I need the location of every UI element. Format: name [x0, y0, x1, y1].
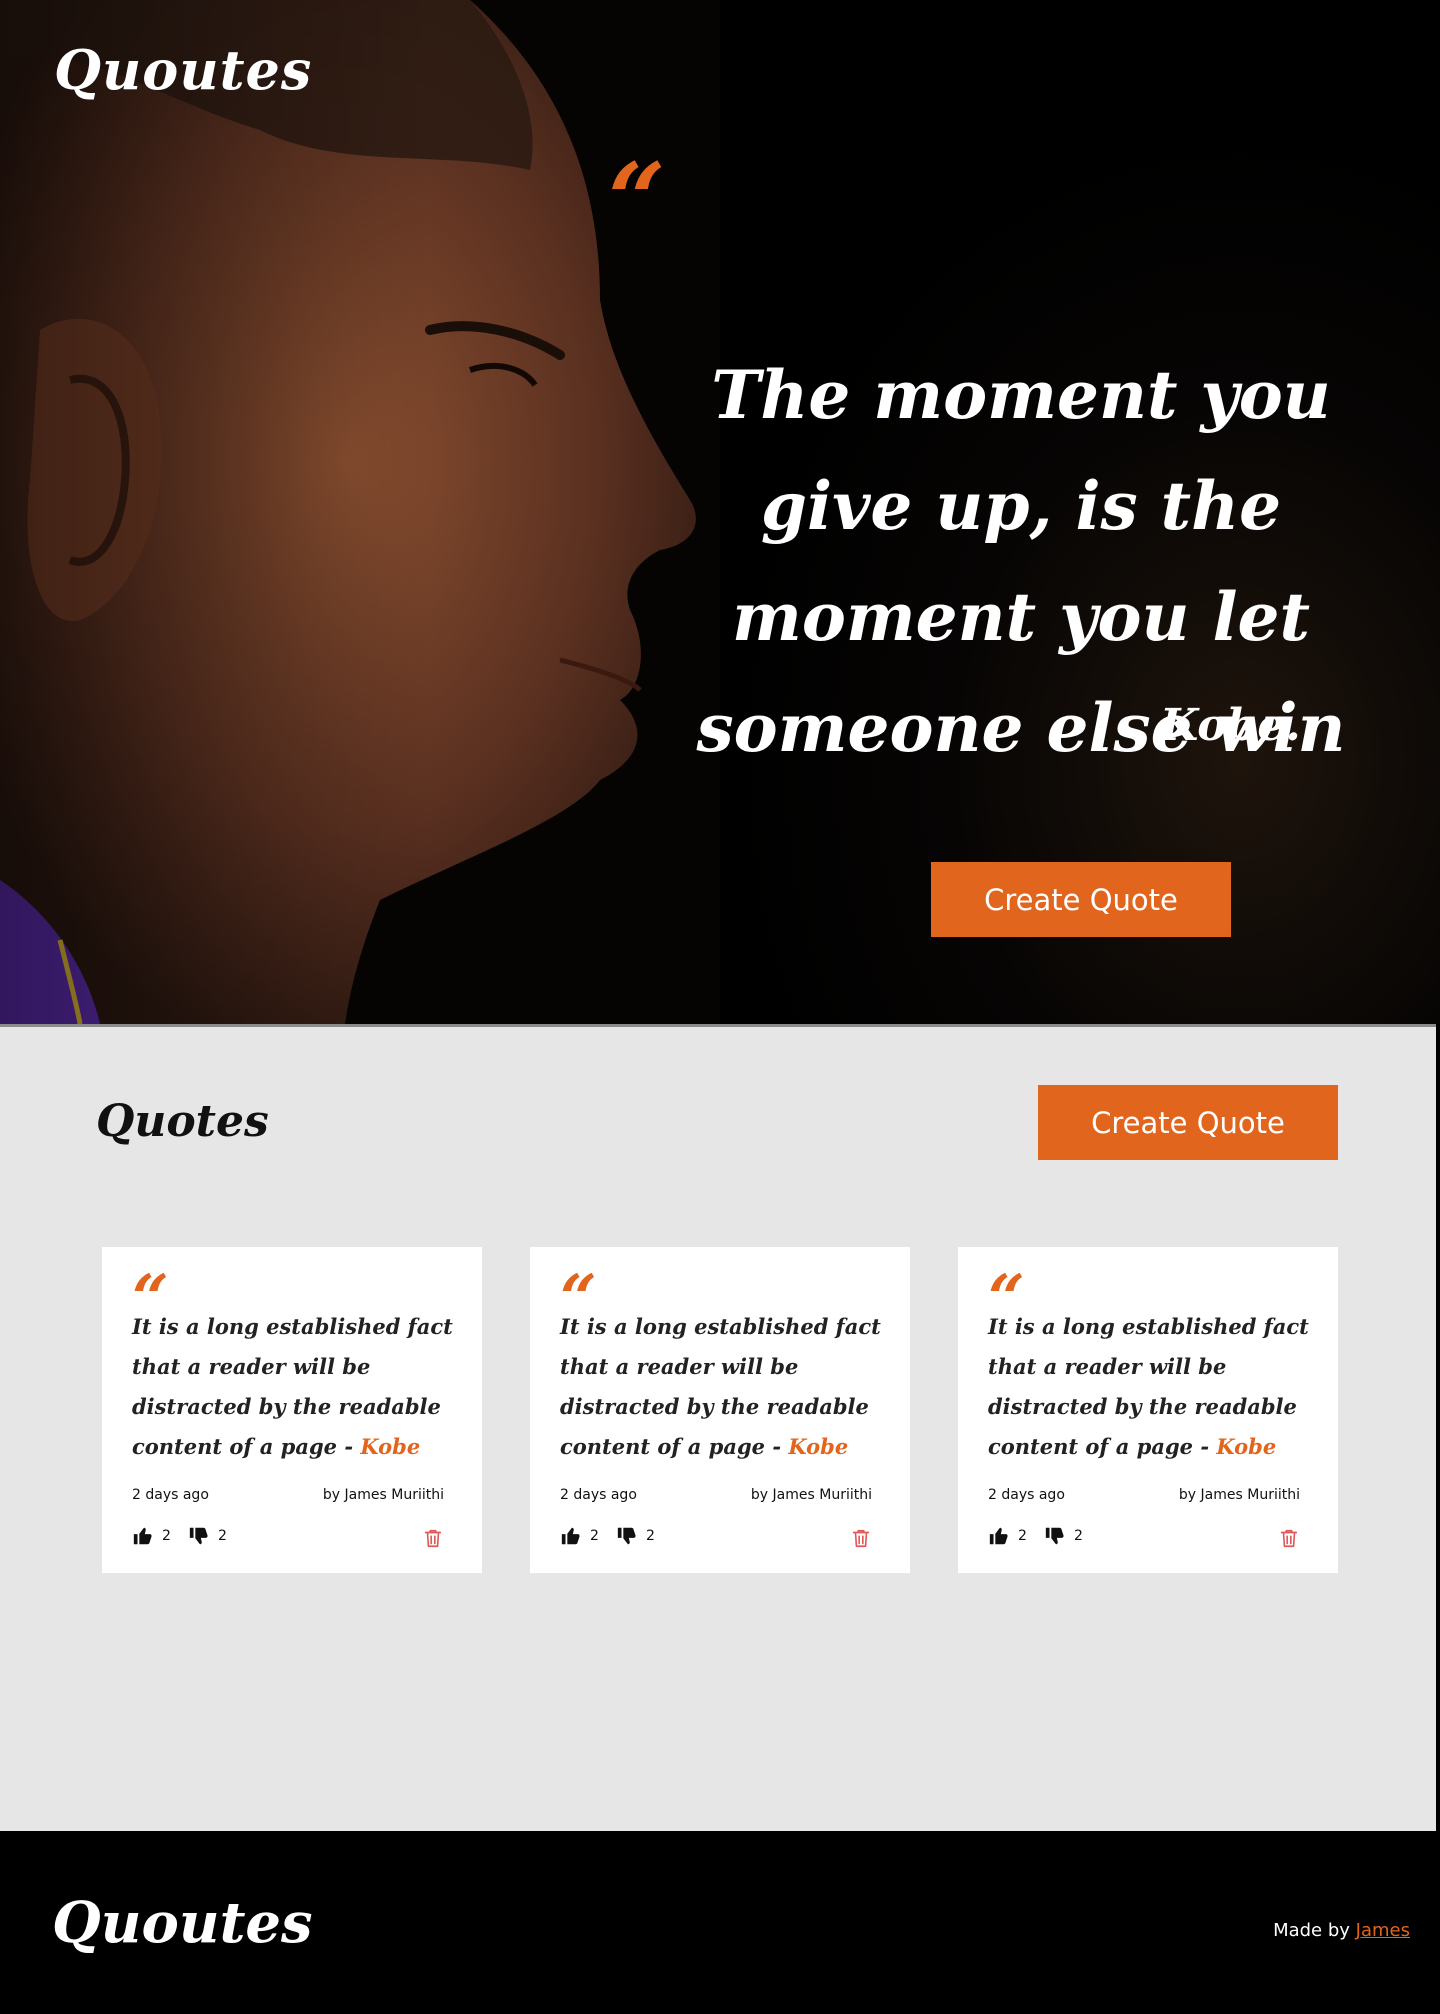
quote-card-text: It is a long established fact that a rea…: [560, 1307, 890, 1467]
quote-card-author[interactable]: Kobe: [788, 1434, 848, 1459]
quote-card-submitter: by James Muriithi: [322, 1487, 444, 1503]
upvote-count: 2: [162, 1528, 171, 1544]
thumbs-down-icon: [617, 1527, 636, 1545]
upvote-button[interactable]: 2: [132, 1525, 171, 1547]
quote-card: “ It is a long established fact that a r…: [530, 1247, 910, 1573]
quotes-section-title: Quotes: [96, 1096, 269, 1147]
quote-card-author[interactable]: Kobe: [360, 1434, 420, 1459]
upvote-button[interactable]: 2: [560, 1525, 599, 1547]
quote-card: “ It is a long established fact that a r…: [958, 1247, 1338, 1573]
quote-card: “ It is a long established fact that a r…: [102, 1247, 482, 1573]
create-quote-button[interactable]: Create Quote: [1038, 1085, 1338, 1160]
quote-card-text: It is a long established fact that a rea…: [988, 1307, 1318, 1467]
footer-author-link[interactable]: James: [1356, 1920, 1410, 1941]
downvote-count: 2: [1074, 1528, 1083, 1544]
quote-card-submitter: by James Muriithi: [1178, 1487, 1300, 1503]
thumbs-up-icon: [133, 1527, 152, 1545]
footer-logo[interactable]: Quoutes: [52, 1890, 313, 1956]
downvote-button[interactable]: 2: [188, 1525, 227, 1547]
trash-icon[interactable]: [850, 1527, 872, 1549]
header-logo[interactable]: Quoutes: [54, 38, 312, 102]
hero-quote-author: Kobe.: [1160, 700, 1301, 751]
downvote-count: 2: [646, 1528, 655, 1544]
footer-credit-prefix: Made by: [1273, 1920, 1350, 1941]
thumbs-down-icon: [1045, 1527, 1064, 1545]
quote-card-timestamp: 2 days ago: [988, 1487, 1065, 1503]
quote-card-timestamp: 2 days ago: [560, 1487, 637, 1503]
thumbs-up-icon: [989, 1527, 1008, 1545]
hero-section: Quoutes “ The moment you give up, is the…: [0, 0, 1440, 1024]
upvote-button[interactable]: 2: [988, 1525, 1027, 1547]
footer-credit: Made by James: [1273, 1920, 1410, 1941]
downvote-button[interactable]: 2: [1044, 1525, 1083, 1547]
quote-card-submitter: by James Muriithi: [750, 1487, 872, 1503]
downvote-count: 2: [218, 1528, 227, 1544]
downvote-button[interactable]: 2: [616, 1525, 655, 1547]
quote-card-timestamp: 2 days ago: [132, 1487, 209, 1503]
upvote-count: 2: [1018, 1528, 1027, 1544]
hero-quote-icon: “: [608, 141, 666, 259]
quote-card-author[interactable]: Kobe: [1216, 1434, 1276, 1459]
trash-icon[interactable]: [1278, 1527, 1300, 1549]
upvote-count: 2: [590, 1528, 599, 1544]
quote-card-text: It is a long established fact that a rea…: [132, 1307, 462, 1467]
thumbs-down-icon: [189, 1527, 208, 1545]
trash-icon[interactable]: [422, 1527, 444, 1549]
thumbs-up-icon: [561, 1527, 580, 1545]
hero-create-quote-button[interactable]: Create Quote: [931, 862, 1231, 937]
